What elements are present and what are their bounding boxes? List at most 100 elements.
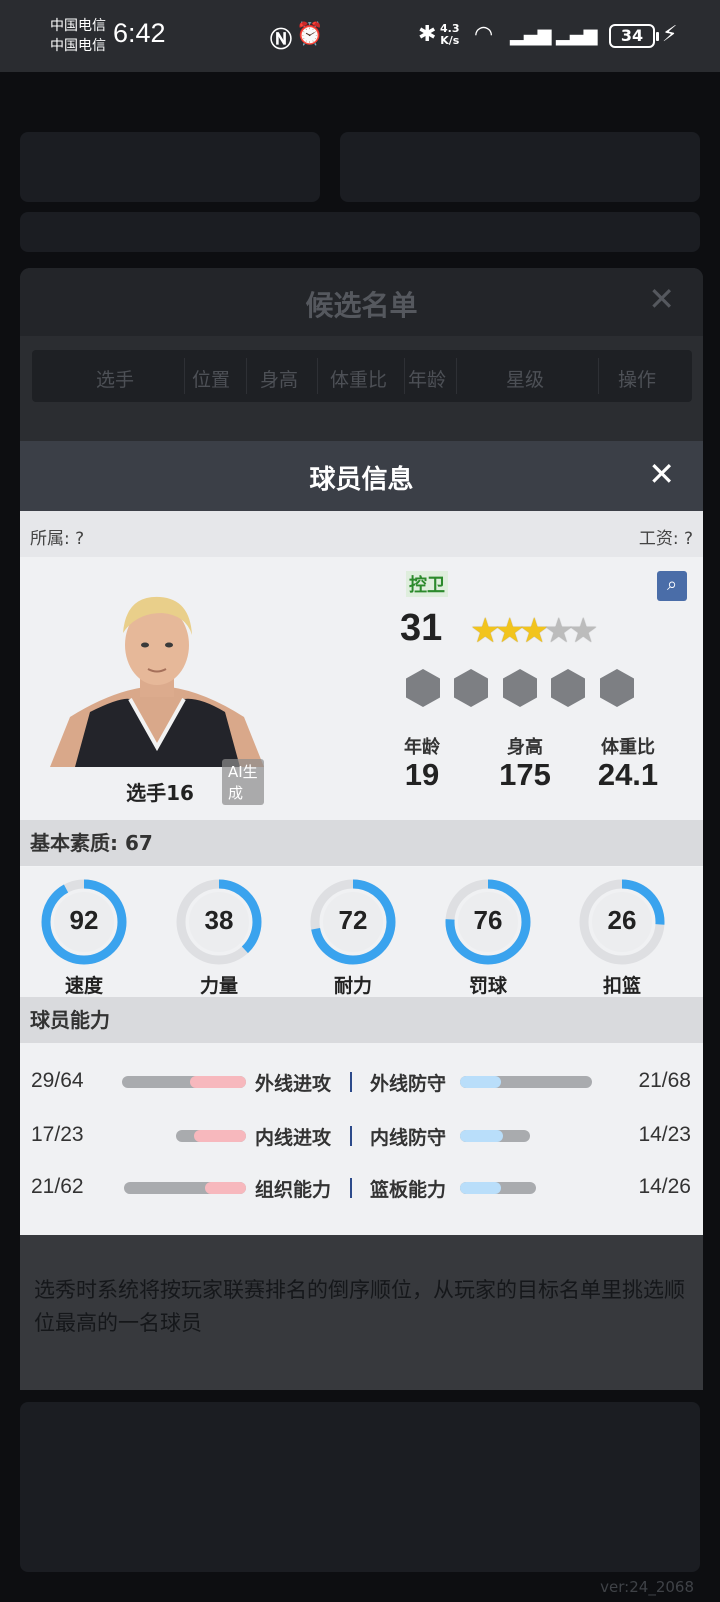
battery-indicator: 34 [609, 24, 659, 48]
ability-left-value: 17/23 [31, 1123, 84, 1146]
ability-divider [350, 1126, 352, 1146]
defense-bar-fill [460, 1182, 501, 1194]
defense-bar [460, 1182, 536, 1194]
clock: 6:42 [113, 18, 166, 48]
ability-right-name: 篮板能力 [370, 1179, 447, 1201]
affiliation-row: 所属: ? 工资: ? [20, 511, 703, 557]
star-filled-icon: ★ [494, 611, 525, 651]
defense-bar [460, 1130, 530, 1142]
candidate-list-title: 候选名单 [305, 289, 418, 322]
gauge-free-throw: 76 罚球 [443, 877, 533, 998]
gauge-value: 72 [338, 905, 368, 935]
gauge-value: 38 [204, 905, 234, 935]
candidate-list-header: 候选名单 ✕ [20, 268, 703, 336]
status-bar: 中国电信 中国电信 6:42 Ⓝ ⏰ ✱ 4.3 K/s ◠ ▂▄▆ ▂▄▆ 3… [0, 0, 720, 72]
bluetooth-icon: ✱ [418, 22, 437, 47]
skill-slots [406, 669, 666, 709]
gauge-label: 罚球 [468, 975, 507, 997]
gauge-strength: 38 力量 [174, 877, 264, 998]
ability-left-value: 21/62 [31, 1175, 84, 1198]
gauge-value: 26 [607, 905, 637, 935]
carrier-2: 中国电信 [50, 38, 106, 54]
candidate-footer: 选秀时系统将按玩家联赛排名的倒序顺位，从玩家的目标名单里挑选顺位最高的一名球员 [20, 1218, 703, 1390]
col-divider [598, 358, 599, 394]
ability-right-value: 21/68 [638, 1069, 691, 1092]
col-stars: 星级 [506, 369, 545, 391]
gauge-label: 扣篮 [602, 975, 641, 997]
signal-2-icon: ▂▄▆ [556, 25, 598, 46]
close-icon[interactable]: ✕ [648, 455, 675, 493]
defense-bar-fill [460, 1130, 503, 1142]
star-empty-icon: ★ [567, 611, 599, 651]
gauge-dunk: 26 扣篮 [577, 877, 667, 998]
age-value: 19 [404, 757, 440, 792]
height-value: 175 [499, 757, 551, 792]
ability-left-name: 外线进攻 [255, 1073, 332, 1095]
player-rating: 31 [400, 607, 443, 649]
skill-slot-hex-icon[interactable] [454, 669, 488, 707]
ability-right-value: 14/23 [638, 1123, 691, 1146]
attack-bar-fill [204, 1182, 246, 1194]
star-filled-icon: ★ [518, 611, 550, 651]
draft-description: 选秀时系统将按玩家联赛排名的倒序顺位，从玩家的目标名单里挑选顺位最高的一名球员 [34, 1278, 685, 1335]
alarm-icon: ⏰ [296, 22, 324, 47]
signal-1-icon: ▂▄▆ [510, 25, 552, 46]
bg-panel [340, 132, 700, 202]
col-divider [246, 358, 247, 394]
position-tag: 控卫 [406, 571, 448, 597]
col-divider [184, 358, 185, 394]
ability-row: 29/64 外线进攻 外线防守 21/68 [20, 1063, 703, 1103]
candidate-close-icon[interactable]: ✕ [648, 280, 675, 318]
nfc-icon: Ⓝ [270, 28, 293, 53]
star-rating: ★★★★★ [470, 611, 599, 651]
carrier-labels: 中国电信 中国电信 [50, 16, 106, 56]
player-name: 选手16 [126, 781, 194, 805]
gauge-value: 76 [473, 905, 503, 935]
skill-slot-hex-icon[interactable] [551, 669, 585, 707]
gauge-value: 92 [69, 905, 99, 935]
star-empty-icon: ★ [543, 611, 574, 651]
candidate-table-header: 选手 位置 身高 体重比 年龄 星级 操作 [32, 350, 692, 402]
ability-left-name: 内线进攻 [255, 1127, 332, 1149]
ability-left-name: 组织能力 [255, 1179, 332, 1201]
salary-label: 工资: ? [638, 529, 693, 549]
gauge-label: 耐力 [333, 975, 372, 997]
attack-bar-fill [194, 1130, 246, 1142]
ability-right-name: 外线防守 [370, 1073, 447, 1095]
skill-slot-hex-icon[interactable] [503, 669, 537, 707]
weight-ratio-label: 体重比 [601, 737, 655, 758]
search-button[interactable]: ⌕ [657, 571, 687, 601]
col-weight: 体重比 [330, 369, 388, 391]
col-divider [404, 358, 405, 394]
abilities-header: 球员能力 [20, 997, 703, 1043]
version-label: ver:24_2068 [600, 1578, 694, 1596]
ability-divider [350, 1178, 352, 1198]
affiliation-label: 所属: ? [30, 529, 85, 549]
ability-row: 17/23 内线进攻 内线防守 14/23 [20, 1117, 703, 1157]
abilities-panel: 29/64 外线进攻 外线防守 21/68 17/23 内线进攻 内线防守 14… [20, 1043, 703, 1235]
ability-divider [350, 1072, 352, 1092]
charging-icon: ⚡ [662, 22, 678, 47]
attack-bar-fill [189, 1076, 246, 1088]
bg-panel [20, 132, 320, 202]
ability-right-value: 14/26 [638, 1175, 691, 1198]
attack-bar [176, 1130, 246, 1142]
attack-bar [124, 1182, 246, 1194]
attribute-gauges: 92 速度 38 力量 72 耐力 76 罚球 26 扣篮 [20, 867, 703, 997]
ability-left-value: 29/64 [31, 1069, 84, 1092]
basic-quality-header: 基本素质: 67 [20, 820, 703, 866]
attack-bar [122, 1076, 246, 1088]
search-icon: ⌕ [666, 574, 678, 595]
age-label: 年龄 [404, 737, 440, 758]
bg-panel [20, 1402, 700, 1572]
skill-slot-hex-icon[interactable] [406, 669, 440, 707]
gauge-stamina: 72 耐力 [308, 877, 398, 998]
gauge-speed: 92 速度 [39, 877, 129, 998]
weight-ratio-value: 24.1 [597, 757, 659, 792]
wifi-icon: ◠ [474, 22, 494, 47]
skill-slot-hex-icon[interactable] [600, 669, 634, 707]
net-speed: 4.3 K/s [440, 22, 460, 47]
player-card: AI生成 选手16 控卫 ⌕ 31 ★★★★★ 年龄 19 身高 175 体重比… [20, 557, 703, 820]
col-position: 位置 [192, 369, 231, 391]
player-info-dialog: 球员信息 ✕ 所属: ? 工资: ? AI生成 选手16 控卫 ⌕ 31 ★★★… [20, 441, 703, 1235]
